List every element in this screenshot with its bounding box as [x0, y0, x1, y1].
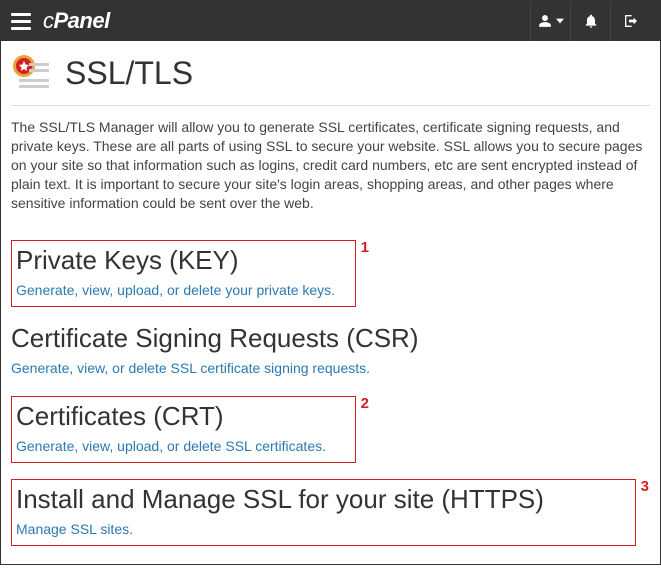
section-private-keys: Private Keys (KEY) Generate, view, uploa…: [11, 240, 650, 307]
logout-button[interactable]: [610, 1, 650, 41]
section-install-ssl: Install and Manage SSL for your site (HT…: [11, 479, 650, 546]
main-content: SSL/TLS The SSL/TLS Manager will allow y…: [1, 41, 660, 574]
install-ssl-heading: Install and Manage SSL for your site (HT…: [16, 484, 544, 515]
section-csr: Certificate Signing Requests (CSR) Gener…: [11, 323, 650, 380]
user-menu-button[interactable]: [530, 1, 570, 41]
section-certificates: Certificates (CRT) Generate, view, uploa…: [11, 396, 650, 463]
notifications-button[interactable]: [570, 1, 610, 41]
page-header: SSL/TLS: [11, 53, 650, 106]
annotation-1: 1: [361, 239, 369, 256]
csr-heading: Certificate Signing Requests (CSR): [11, 323, 419, 354]
private-keys-heading: Private Keys (KEY): [16, 245, 239, 276]
top-nav-bar: cPanel: [1, 1, 660, 41]
page-title: SSL/TLS: [65, 55, 193, 92]
ssl-certificate-icon: [11, 53, 51, 93]
chevron-down-icon: [556, 17, 564, 25]
annotation-2: 2: [361, 395, 369, 412]
page-description: The SSL/TLS Manager will allow you to ge…: [11, 118, 650, 212]
user-icon: [538, 14, 552, 28]
hamburger-menu-icon[interactable]: [11, 13, 31, 30]
private-keys-link[interactable]: Generate, view, upload, or delete your p…: [16, 282, 349, 302]
cpanel-logo[interactable]: cPanel: [43, 8, 110, 34]
csr-link[interactable]: Generate, view, or delete SSL certificat…: [11, 360, 650, 380]
certificates-link[interactable]: Generate, view, upload, or delete SSL ce…: [16, 438, 349, 458]
bell-icon: [583, 13, 599, 29]
annotation-3: 3: [641, 478, 649, 495]
logout-icon: [623, 13, 639, 29]
certificates-heading: Certificates (CRT): [16, 401, 224, 432]
install-ssl-link[interactable]: Manage SSL sites.: [16, 521, 629, 541]
